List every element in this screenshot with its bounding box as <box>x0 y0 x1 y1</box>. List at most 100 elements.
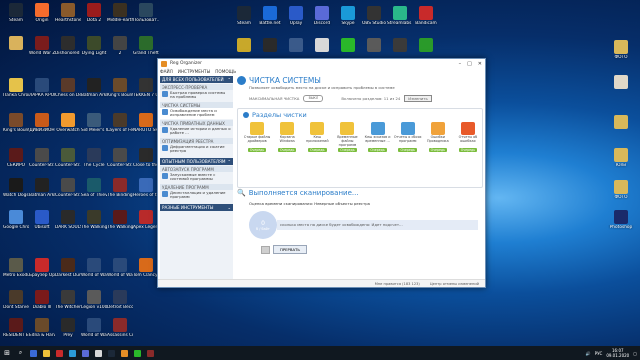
desktop-icon[interactable]: Пользоват.. Steam <box>133 3 159 23</box>
desktop-icon[interactable]: ДИВИЗИОН <box>29 113 55 133</box>
nav-autostart[interactable]: Запускаемые вместе с системой программы <box>160 172 233 183</box>
lang-indicator[interactable]: РУС <box>595 351 603 356</box>
desktop-icon[interactable]: OBS Studio <box>361 6 387 26</box>
section-header-misc-tools[interactable]: РАЗНЫЕ ИНСТРУМЕНТЫ ⌄ <box>160 204 233 211</box>
desktop-icon[interactable]: King's Bounty <box>3 113 29 133</box>
desktop-icon[interactable]: Google Chrome <box>3 210 29 230</box>
taskbar-app-icon[interactable] <box>105 346 118 360</box>
desktop-icon[interactable]: СЕКИРО <box>3 148 29 168</box>
desktop-icon[interactable]: Close to the Ringers <box>133 148 159 168</box>
cleanup-tile[interactable]: Отчеты о сбоях программ Очередь <box>394 122 422 153</box>
cleanup-tile[interactable]: Отчеты об ошибках Очередь <box>454 122 482 153</box>
desktop-icon[interactable]: ФОТО <box>608 40 634 60</box>
menu-file[interactable]: ФАЙЛ <box>160 69 173 74</box>
desktop-icon[interactable]: Apex Legends <box>133 210 159 230</box>
desktop-icon[interactable]: Overwatch <box>55 113 81 133</box>
title-bar[interactable]: Reg Organizer – □ ✕ <box>158 59 485 68</box>
desktop-icon[interactable]: ЛАРКА КРОНТ <box>29 78 55 98</box>
clock[interactable]: 16:07 09.01.2020 <box>606 348 629 358</box>
desktop-icon[interactable]: The Cycle <box>81 148 107 168</box>
desktop-icon[interactable]: Dishonored 2 <box>55 36 81 56</box>
desktop-icon[interactable]: Uplay <box>283 6 309 26</box>
menu-tools[interactable]: ИНСТРУМЕНТЫ <box>178 69 211 74</box>
max-cleanup-toggle[interactable]: ВЫКЛ <box>303 95 324 102</box>
taskbar-app-icon[interactable] <box>118 346 131 360</box>
stop-button[interactable]: ПРЕРВАТЬ <box>273 245 307 254</box>
desktop-icon[interactable]: Legion v100 PUB <box>81 290 107 310</box>
start-button[interactable]: ⊞ <box>0 346 14 360</box>
desktop-icon[interactable]: Ubisoft <box>29 210 55 230</box>
maximize-button[interactable]: □ <box>467 61 472 67</box>
desktop-icon[interactable]: Battle.net <box>257 6 283 26</box>
desktop-icon[interactable]: NARUTO SHIPPUDE... <box>133 113 159 133</box>
desktop-icon[interactable]: World of Warcraft <box>81 318 107 338</box>
like-link[interactable]: Мне нравится (183 123) <box>375 282 420 286</box>
desktop-icon[interactable] <box>608 115 634 130</box>
desktop-icon[interactable]: Chess on Deponia <box>55 78 81 98</box>
taskbar-app-icon[interactable] <box>40 346 53 360</box>
desktop-icon[interactable] <box>608 75 634 90</box>
desktop-icon[interactable]: Skype <box>335 6 361 26</box>
desktop-icon[interactable]: Grand Theft Auto V <box>133 36 159 56</box>
nav-private-data[interactable]: Удаление истории и данных о работе ... <box>160 126 233 137</box>
desktop-icon[interactable]: World of Warcraft <box>81 258 107 278</box>
section-header-all-users[interactable]: ДЛЯ ВСЕХ ПОЛЬЗОВАТЕЛЕЙ ⌃ <box>160 76 233 83</box>
desktop-icon[interactable]: Batman Arkham... <box>29 178 55 198</box>
desktop-icon[interactable]: Counter-Str... Source <box>55 178 81 198</box>
desktop-icon[interactable] <box>413 38 439 53</box>
desktop-icon[interactable]: Assassins Creed <box>107 318 133 338</box>
desktop-icon[interactable]: Edna & Harvey Har... <box>29 318 55 338</box>
section-header-advanced[interactable]: ОПЫТНЫМ ПОЛЬЗОВАТЕЛЯМ ⌃ <box>160 158 233 165</box>
desktop-icon[interactable]: Photoshop <box>608 210 634 230</box>
taskbar-app-icon[interactable] <box>92 346 105 360</box>
taskbar-app-icon[interactable] <box>53 346 66 360</box>
desktop-icon[interactable]: Heroes of the Storm <box>133 178 159 198</box>
desktop-icon[interactable] <box>283 38 309 53</box>
undo-center-link[interactable]: Центр отмены изменений <box>430 282 479 286</box>
desktop-icon[interactable]: Bandicam <box>413 6 439 26</box>
cleanup-tile[interactable]: Кеш эскизов и временные ... Очередь <box>364 122 392 153</box>
desktop-icon[interactable]: Middle-earth Shadow of... <box>107 3 133 23</box>
desktop-icon[interactable]: Юли <box>608 148 634 168</box>
cleanup-tile[interactable]: Корзина Windows Очередь <box>273 122 301 153</box>
desktop-icon[interactable] <box>335 38 361 53</box>
desktop-icon[interactable]: Watch Dogs 2 <box>3 178 29 198</box>
desktop-icon[interactable]: TEKKEN 7 Ultimate <box>133 78 159 98</box>
taskbar-app-icon[interactable] <box>79 346 92 360</box>
desktop-icon[interactable]: Origin <box>29 3 55 23</box>
taskbar-app-icon[interactable] <box>66 346 79 360</box>
desktop-icon[interactable]: Папка Chrome <box>3 78 29 98</box>
taskbar-app-icon[interactable] <box>144 346 157 360</box>
notifications-icon[interactable]: ▢ <box>633 351 637 356</box>
desktop-icon[interactable]: Metro Exodus <box>3 258 29 278</box>
nav-uninstall[interactable]: Деинсталляция и удаление программ <box>160 190 233 201</box>
desktop-icon[interactable]: Dont Starve <box>3 290 29 310</box>
desktop-icon[interactable]: DARK SOULS III <box>55 210 81 230</box>
desktop-icon[interactable]: ФОТО <box>608 180 634 200</box>
desktop-icon[interactable]: Diablo III <box>29 290 55 310</box>
desktop-icon[interactable] <box>231 38 257 53</box>
taskbar-app-icon[interactable] <box>27 346 40 360</box>
desktop-icon[interactable]: World War Z <box>29 36 55 56</box>
menu-help[interactable]: ПОМОЩЬ <box>215 69 236 74</box>
desktop-icon[interactable]: The Witcher 3 <box>55 290 81 310</box>
collapse-icon[interactable]: ⌃ <box>227 77 231 82</box>
desktop-icon[interactable]: Darkest Dungeon <box>55 258 81 278</box>
desktop-icon[interactable]: Hearthstone <box>55 3 81 23</box>
desktop-icon[interactable]: Браузер Opera <box>29 258 55 278</box>
search-icon[interactable]: ⌕ <box>14 346 27 360</box>
desktop-icon[interactable]: Detroit Become... <box>107 290 133 310</box>
cleanup-tile[interactable]: Ошибки Проводника Очередь <box>424 122 452 153</box>
desktop-icon[interactable] <box>309 38 335 53</box>
desktop-icon[interactable]: Streamlabs OBS <box>387 6 413 26</box>
desktop-icon[interactable]: World of Warcraft <box>107 258 133 278</box>
desktop-icon[interactable]: Tom Clancy's The Division <box>133 258 159 278</box>
desktop-icon[interactable] <box>3 36 29 51</box>
pause-icon[interactable] <box>261 245 270 254</box>
desktop-icon[interactable]: Steam <box>231 6 257 26</box>
desktop-icon[interactable]: Discord <box>309 6 335 26</box>
desktop-icon[interactable]: Counter-Str... Global Offe... <box>55 148 81 168</box>
desktop-icon[interactable] <box>361 38 387 53</box>
desktop-icon[interactable]: Layers of Fear <box>107 113 133 133</box>
cleanup-tile[interactable]: Кеш приложений Очередь <box>303 122 331 153</box>
